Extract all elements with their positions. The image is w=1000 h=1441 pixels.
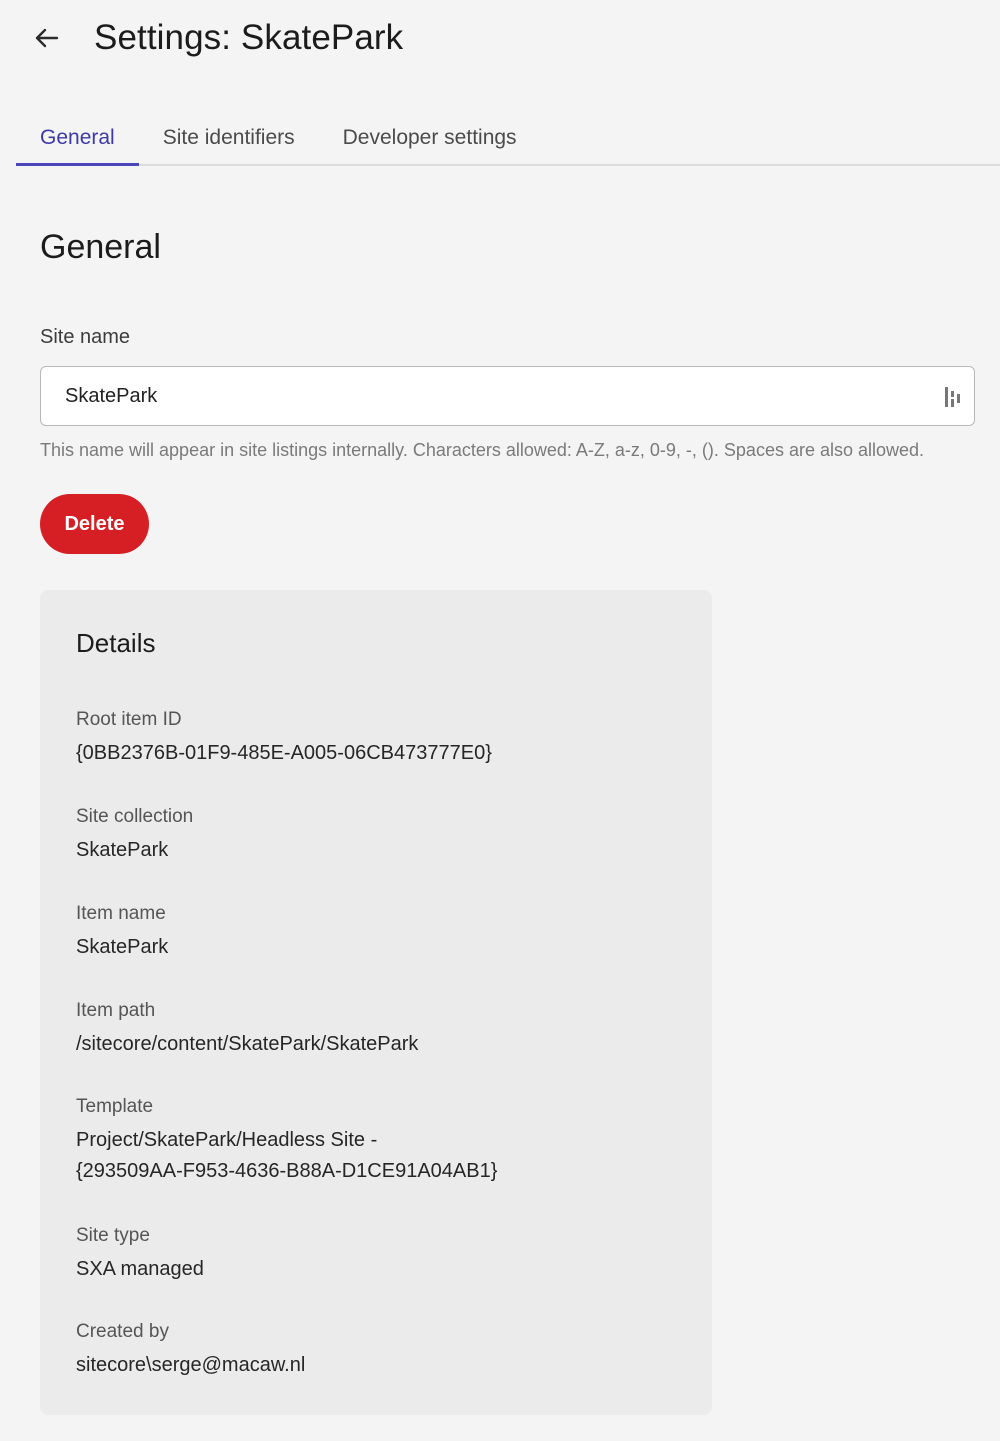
detail-label: Item name xyxy=(76,903,166,924)
tab-developer-settings-label: Developer settings xyxy=(342,126,517,149)
site-name-label: Site name xyxy=(40,326,131,348)
tab-developer-settings[interactable]: Developer settings xyxy=(319,112,541,164)
detail-value: Project/SkatePark/Headless Site - {29350… xyxy=(76,1129,498,1182)
detail-site-type: Site type SXA managed xyxy=(76,1224,204,1285)
detail-value: SXA managed xyxy=(76,1258,204,1280)
details-title: Details xyxy=(76,628,156,658)
detail-root-item-id: Root item ID {0BB2376B-01F9-485E-A005-06… xyxy=(76,708,492,769)
detail-label: Site type xyxy=(76,1225,150,1246)
arrow-left-icon xyxy=(35,28,59,48)
tab-site-identifiers-label: Site identifiers xyxy=(162,126,295,149)
tab-bar: General Site identifiers Developer setti… xyxy=(16,112,1000,166)
tab-general[interactable]: General xyxy=(16,112,139,166)
detail-value: SkatePark xyxy=(76,839,169,861)
detail-item-name: Item name SkatePark xyxy=(76,902,168,963)
password-manager-icon[interactable] xyxy=(944,385,962,409)
detail-label: Template xyxy=(76,1096,154,1117)
site-name-helper-text: This name will appear in site listings i… xyxy=(40,440,925,460)
site-name-field xyxy=(40,366,975,426)
detail-value: /sitecore/content/SkatePark/SkatePark xyxy=(76,1033,419,1055)
delete-button[interactable]: Delete xyxy=(40,494,149,554)
detail-label: Item path xyxy=(76,1000,156,1021)
section-title: General xyxy=(40,228,161,266)
detail-value: SkatePark xyxy=(76,936,169,958)
back-button[interactable] xyxy=(28,20,64,56)
page-title: Settings: SkatePark xyxy=(94,18,404,57)
tab-general-label: General xyxy=(40,126,115,149)
detail-created-by: Created by sitecore\serge@macaw.nl xyxy=(76,1320,305,1381)
detail-value: {0BB2376B-01F9-485E-A005-06CB473777E0} xyxy=(76,742,492,764)
details-card: Details Root item ID {0BB2376B-01F9-485E… xyxy=(40,590,712,1415)
header: Settings: SkatePark xyxy=(0,0,1000,80)
detail-site-collection: Site collection SkatePark xyxy=(76,805,193,866)
site-name-input[interactable] xyxy=(41,367,921,425)
detail-template: Template Project/SkatePark/Headless Site… xyxy=(76,1095,497,1187)
detail-value: sitecore\serge@macaw.nl xyxy=(76,1354,306,1376)
detail-label: Site collection xyxy=(76,806,194,827)
detail-label: Created by xyxy=(76,1321,169,1342)
tab-site-identifiers[interactable]: Site identifiers xyxy=(139,112,319,164)
detail-item-path: Item path /sitecore/content/SkatePark/Sk… xyxy=(76,999,418,1060)
detail-label: Root item ID xyxy=(76,709,182,730)
